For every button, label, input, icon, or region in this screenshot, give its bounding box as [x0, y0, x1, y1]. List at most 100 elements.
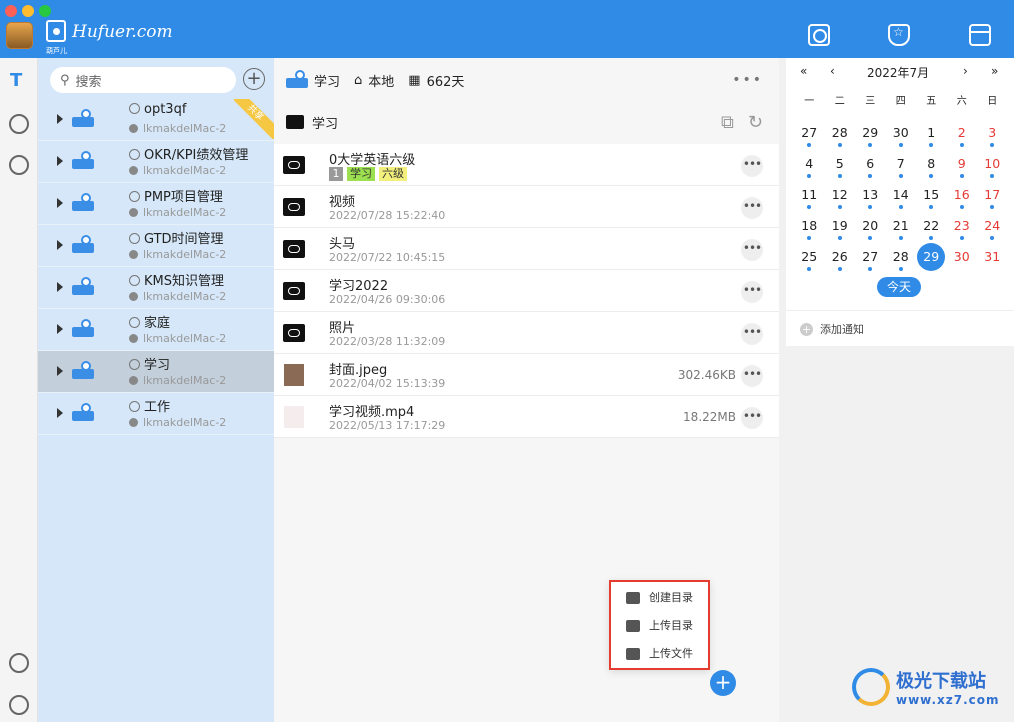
- expand-icon[interactable]: [57, 408, 63, 418]
- row-more-button[interactable]: •••: [741, 407, 763, 429]
- project-item[interactable]: PMP项目管理 lkmakdelMac-2: [38, 183, 274, 225]
- calendar-day[interactable]: 2: [947, 123, 978, 154]
- close-window-icon[interactable]: [5, 5, 17, 17]
- expand-icon[interactable]: [57, 156, 63, 166]
- project-item[interactable]: 工作 lkmakdelMac-2: [38, 393, 274, 435]
- project-item-active[interactable]: 学习 lkmakdelMac-2: [38, 351, 274, 393]
- search-notes-icon[interactable]: [808, 24, 830, 46]
- prev-month-button[interactable]: ‹: [830, 64, 835, 78]
- expand-icon[interactable]: [57, 240, 63, 250]
- calendar-day[interactable]: 9: [947, 154, 978, 185]
- day-number: 14: [892, 187, 909, 202]
- project-item[interactable]: 家庭 lkmakdelMac-2: [38, 309, 274, 351]
- expand-icon[interactable]: [57, 198, 63, 208]
- calendar-day[interactable]: 3: [977, 123, 1008, 154]
- location[interactable]: ⌂ 本地: [354, 71, 394, 90]
- row-more-button[interactable]: •••: [741, 323, 763, 345]
- calendar-day[interactable]: 11: [794, 185, 825, 216]
- calendar-day[interactable]: 27: [855, 247, 886, 278]
- project-owner: lkmakdelMac-2: [129, 416, 226, 429]
- project-item[interactable]: KMS知识管理 lkmakdelMac-2: [38, 267, 274, 309]
- calendar-day[interactable]: 27: [794, 123, 825, 154]
- row-more-button[interactable]: •••: [741, 155, 763, 177]
- today-button[interactable]: 今天: [877, 277, 921, 297]
- calendar-day[interactable]: 5: [825, 154, 856, 185]
- zoom-window-icon[interactable]: [39, 5, 51, 17]
- calendar-day[interactable]: 31: [977, 247, 1008, 278]
- home-icon[interactable]: T: [10, 70, 30, 91]
- calendar-icon[interactable]: [969, 24, 991, 46]
- calendar-week: 25 26 27 28 29 30 31: [794, 243, 1008, 278]
- calendar-day[interactable]: 15: [916, 185, 947, 216]
- file-row[interactable]: 0大学英语六级 1 学习 六级 •••: [274, 144, 779, 186]
- next-year-button[interactable]: »: [991, 64, 998, 78]
- calendar-day[interactable]: 28: [886, 247, 917, 278]
- menu-upload-folder[interactable]: 上传目录: [611, 610, 708, 638]
- expand-icon[interactable]: [57, 282, 63, 292]
- calendar-day[interactable]: 19: [825, 216, 856, 247]
- file-row[interactable]: 学习2022 2022/04/26 09:30:06 •••: [274, 270, 779, 312]
- add-project-button[interactable]: +: [243, 68, 265, 90]
- view-switch-icon[interactable]: ⧉: [721, 112, 734, 133]
- calendar-day[interactable]: 4: [794, 154, 825, 185]
- project-item[interactable]: GTD时间管理 lkmakdelMac-2: [38, 225, 274, 267]
- calendar-day[interactable]: 13: [855, 185, 886, 216]
- calendar-day[interactable]: 1: [916, 123, 947, 154]
- file-row[interactable]: 学习视频.mp4 2022/05/13 17:17:29 18.22MB •••: [274, 396, 779, 438]
- favorites-icon[interactable]: [888, 24, 910, 46]
- next-month-button[interactable]: ›: [963, 64, 968, 78]
- calendar-day[interactable]: 29: [855, 123, 886, 154]
- project-item[interactable]: opt3qf lkmakdelMac-2 共享: [38, 99, 274, 141]
- row-more-button[interactable]: •••: [741, 365, 763, 387]
- calendar-day[interactable]: 20: [855, 216, 886, 247]
- calendar-day[interactable]: 24: [977, 216, 1008, 247]
- calendar-day[interactable]: 18: [794, 216, 825, 247]
- file-row[interactable]: 视频 2022/07/28 15:22:40 •••: [274, 186, 779, 228]
- calendar-day[interactable]: 16: [947, 185, 978, 216]
- calendar-day[interactable]: 7: [886, 154, 917, 185]
- apps-icon[interactable]: [9, 155, 29, 175]
- calendar-day[interactable]: 8: [916, 154, 947, 185]
- day-number: 10: [984, 156, 1001, 171]
- calendar-day[interactable]: 10: [977, 154, 1008, 185]
- avatar[interactable]: [6, 22, 33, 49]
- cloud-upload-icon[interactable]: [9, 653, 29, 673]
- calendar-day[interactable]: 28: [825, 123, 856, 154]
- tag[interactable]: 学习: [347, 167, 375, 181]
- calendar-day[interactable]: 23: [947, 216, 978, 247]
- calendar-week: 4 5 6 7 8 9 10: [794, 154, 1008, 185]
- file-row[interactable]: 头马 2022/07/22 10:45:15 •••: [274, 228, 779, 270]
- calendar-day[interactable]: 14: [886, 185, 917, 216]
- file-row[interactable]: 照片 2022/03/28 11:32:09 •••: [274, 312, 779, 354]
- calendar-day[interactable]: 30: [886, 123, 917, 154]
- row-more-button[interactable]: •••: [741, 239, 763, 261]
- tag[interactable]: 六级: [379, 167, 407, 181]
- calendar-day[interactable]: 26: [825, 247, 856, 278]
- calendar-day[interactable]: 17: [977, 185, 1008, 216]
- refresh-icon[interactable]: ↻: [748, 112, 763, 133]
- settings-icon[interactable]: [9, 695, 29, 715]
- expand-icon[interactable]: [57, 324, 63, 334]
- add-button[interactable]: +: [710, 670, 736, 696]
- team-icon[interactable]: [9, 114, 29, 134]
- search-input[interactable]: ⚲ 搜索: [50, 67, 236, 93]
- calendar-day[interactable]: 12: [825, 185, 856, 216]
- more-options-icon[interactable]: •••: [732, 72, 763, 88]
- calendar-day[interactable]: 6: [855, 154, 886, 185]
- calendar-day[interactable]: 25: [794, 247, 825, 278]
- minimize-window-icon[interactable]: [22, 5, 34, 17]
- menu-upload-file[interactable]: 上传文件: [611, 638, 708, 666]
- prev-year-button[interactable]: «: [800, 64, 807, 78]
- tag[interactable]: 1: [329, 167, 343, 181]
- file-row[interactable]: 封面.jpeg 2022/04/02 15:13:39 302.46KB •••: [274, 354, 779, 396]
- calendar-day[interactable]: 30: [947, 247, 978, 278]
- calendar-day-today[interactable]: 29: [916, 243, 947, 278]
- row-more-button[interactable]: •••: [741, 281, 763, 303]
- project-item[interactable]: OKR/KPI绩效管理 lkmakdelMac-2: [38, 141, 274, 183]
- expand-icon[interactable]: [57, 114, 63, 124]
- row-more-button[interactable]: •••: [741, 197, 763, 219]
- expand-icon[interactable]: [57, 366, 63, 376]
- calendar-day[interactable]: 21: [886, 216, 917, 247]
- menu-create-folder[interactable]: 创建目录: [611, 582, 708, 610]
- add-notification[interactable]: 添加通知: [786, 310, 1014, 346]
